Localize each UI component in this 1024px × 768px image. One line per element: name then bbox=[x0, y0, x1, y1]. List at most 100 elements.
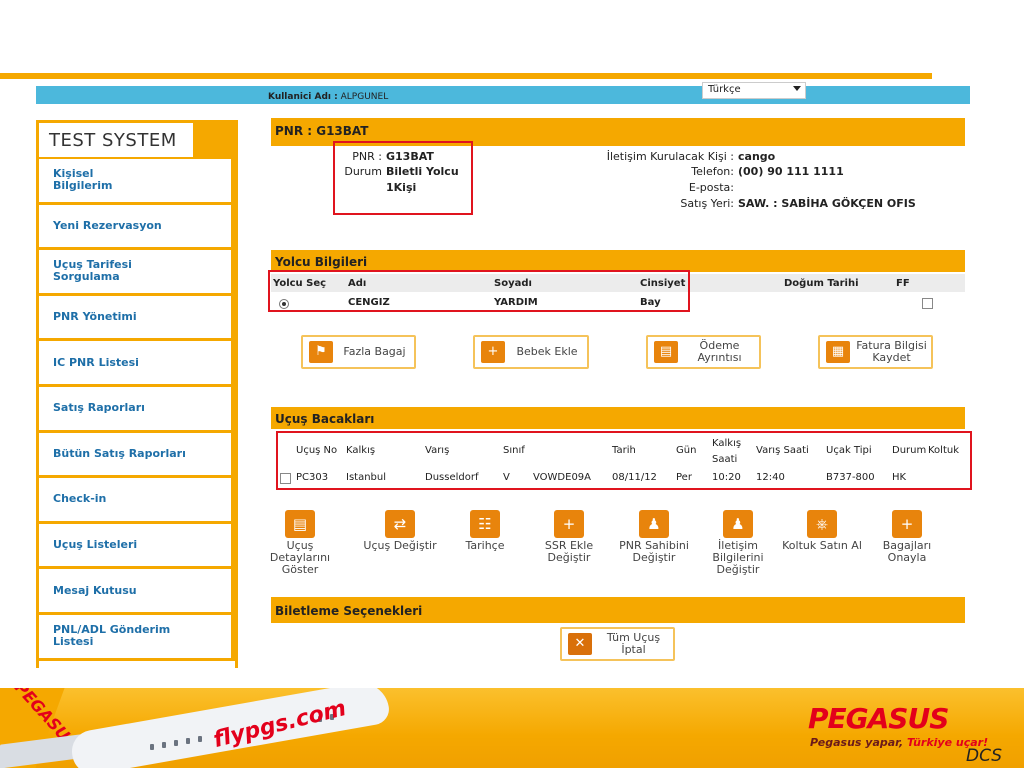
sidebar-item-pnl-adl-list[interactable]: PNL/ADL Gönderim Listesi bbox=[39, 614, 235, 661]
sidebar-item-label: Uçuş Tarifesi Sorgulama bbox=[53, 258, 132, 284]
add-infant-label: Bebek Ekle bbox=[516, 345, 578, 358]
highlight-box-passenger bbox=[268, 270, 690, 312]
col-ff: FF bbox=[896, 278, 910, 289]
slogan-prefix: Pegasus yapar, bbox=[810, 736, 904, 749]
extra-baggage-label: Fazla Bagaj bbox=[343, 345, 406, 358]
confirm-baggage-label: Bagajları Onayla bbox=[882, 539, 932, 564]
slide: Kullanici Adı : ALPGUNEL Türkçe TEST SYS… bbox=[0, 0, 1024, 768]
sidebar-item-ic-pnr-list[interactable]: IC PNR Listesi bbox=[39, 341, 235, 387]
contact-info-button[interactable]: ♟ İletişim Bilgilerini Değiştir bbox=[695, 510, 781, 576]
history-icon: ☷ bbox=[470, 510, 500, 538]
ssr-button[interactable]: + SSR Ekle Değiştir bbox=[526, 510, 612, 564]
save-invoice-button[interactable]: ▦ Fatura Bilgisi Kaydet bbox=[818, 335, 933, 369]
baggage-tag-icon: ⚑ bbox=[309, 341, 333, 363]
invoice-icon: ▦ bbox=[826, 341, 850, 363]
user-name: ALPGUNEL bbox=[340, 92, 389, 102]
pegasus-logo: PEGASUS bbox=[808, 702, 949, 735]
sidebar-item-sales-reports[interactable]: Satış Raporları bbox=[39, 386, 235, 433]
payment-details-button[interactable]: ▤ Ödeme Ayrıntısı bbox=[646, 335, 761, 369]
content-bottom bbox=[271, 665, 965, 668]
legs-section-title: Uçuş Bacakları bbox=[275, 412, 375, 426]
office-value: SAW. : SABİHA GÖKÇEN OFIS bbox=[738, 197, 916, 210]
sidebar-gutter bbox=[231, 250, 235, 293]
phone-label: Telefon: bbox=[691, 165, 734, 178]
sidebar-menu: Kişisel Bilgilerim Yeni Rezervasyon Uçuş… bbox=[39, 159, 235, 661]
slogan: Pegasus yapar, Türkiye uçar! bbox=[810, 736, 988, 749]
payment-icon: ▤ bbox=[654, 341, 678, 363]
plane-window bbox=[150, 744, 154, 750]
passenger-section-title: Yolcu Bilgileri bbox=[275, 255, 368, 269]
sidebar-gutter bbox=[231, 386, 235, 430]
col-birthdate: Doğum Tarihi bbox=[784, 278, 859, 289]
sidebar-item-schedule-query[interactable]: Uçuş Tarifesi Sorgulama bbox=[39, 250, 235, 296]
sidebar-item-flight-lists[interactable]: Uçuş Listeleri bbox=[39, 523, 235, 570]
top-stripe bbox=[0, 73, 932, 79]
change-flight-button[interactable]: ⇄ Uçuş Değiştir bbox=[357, 510, 443, 552]
cancel-flight-icon: ✕ bbox=[568, 633, 592, 655]
sidebar-gutter bbox=[231, 614, 235, 658]
add-infant-button[interactable]: + Bebek Ekle bbox=[473, 335, 589, 369]
plane-window bbox=[198, 736, 202, 742]
sidebar-item-label: Kişisel Bilgilerim bbox=[53, 167, 113, 193]
ff-checkbox[interactable] bbox=[922, 298, 933, 309]
sidebar-item-label: Uçuş Listeleri bbox=[53, 538, 138, 552]
sidebar-gutter bbox=[231, 432, 235, 476]
sidebar-header: TEST SYSTEM bbox=[39, 123, 235, 159]
office-label: Satış Yeri: bbox=[680, 197, 734, 210]
ssr-icon: + bbox=[554, 510, 584, 538]
sidebar-item-message-box[interactable]: Mesaj Kutusu bbox=[39, 569, 235, 615]
flight-details-label: Uçuş Detaylarını Göster bbox=[269, 539, 331, 576]
confirm-baggage-button[interactable]: + Bagajları Onayla bbox=[864, 510, 950, 564]
plane-window bbox=[162, 742, 166, 748]
sidebar-gutter bbox=[231, 204, 235, 248]
highlight-box-pnr bbox=[333, 141, 473, 215]
history-label: Tarihçe bbox=[465, 539, 505, 552]
history-button[interactable]: ☷ Tarihçe bbox=[442, 510, 528, 552]
sidebar-item-label: Mesaj Kutusu bbox=[53, 583, 137, 597]
flight-details-icon: ▤ bbox=[285, 510, 315, 538]
user-info: Kullanici Adı : ALPGUNEL bbox=[268, 92, 388, 102]
buy-seat-button[interactable]: ⎈ Koltuk Satın Al bbox=[779, 510, 865, 552]
change-owner-label: PNR Sahibini Değiştir bbox=[619, 539, 689, 564]
sidebar-item-check-in[interactable]: Check-in bbox=[39, 478, 235, 524]
sidebar-item-personal-info[interactable]: Kişisel Bilgilerim bbox=[39, 159, 235, 205]
highlight-box-legs bbox=[276, 431, 972, 490]
sidebar-item-label: Check-in bbox=[53, 492, 107, 506]
sidebar-item-pnr-management[interactable]: PNR Yönetimi bbox=[39, 295, 235, 342]
change-owner-button[interactable]: ♟ PNR Sahibini Değiştir bbox=[611, 510, 697, 564]
sidebar-item-label: Bütün Satış Raporları bbox=[53, 446, 186, 460]
sidebar-item-label: Satış Raporları bbox=[53, 401, 145, 415]
ticketing-section-title: Biletleme Seçenekleri bbox=[275, 604, 423, 618]
email-label: E-posta: bbox=[688, 181, 734, 194]
pnr-header-title: PNR : G13BAT bbox=[275, 124, 369, 138]
sidebar-item-label: PNL/ADL Gönderim Listesi bbox=[53, 623, 171, 649]
sidebar-gutter bbox=[231, 295, 235, 339]
language-select[interactable]: Türkçe bbox=[702, 82, 806, 99]
sidebar-item-label: Yeni Rezervasyon bbox=[53, 218, 162, 232]
cancel-all-flights-button[interactable]: ✕ Tüm Uçuş İptal bbox=[560, 627, 675, 661]
contact-label: İletişim Kurulacak Kişi : bbox=[606, 150, 734, 163]
sidebar-item-label: IC PNR Listesi bbox=[53, 355, 139, 369]
contact-info-icon: ♟ bbox=[723, 510, 753, 538]
corner-label: DCS bbox=[966, 746, 1003, 766]
sidebar-item-all-sales-reports[interactable]: Bütün Satış Raporları bbox=[39, 432, 235, 479]
sidebar-gutter bbox=[231, 478, 235, 521]
sidebar-item-new-reservation[interactable]: Yeni Rezervasyon bbox=[39, 204, 235, 251]
change-flight-label: Uçuş Değiştir bbox=[363, 539, 437, 552]
plane-window bbox=[174, 740, 178, 746]
sidebar-title: TEST SYSTEM bbox=[39, 123, 193, 157]
plane-window bbox=[186, 738, 190, 744]
sidebar: TEST SYSTEM Kişisel Bilgilerim Yeni Reze… bbox=[36, 120, 238, 668]
ssr-label: SSR Ekle Değiştir bbox=[544, 539, 594, 564]
change-flight-icon: ⇄ bbox=[385, 510, 415, 538]
add-infant-icon: + bbox=[481, 341, 505, 363]
extra-baggage-button[interactable]: ⚑ Fazla Bagaj bbox=[301, 335, 416, 369]
contact-value: cango bbox=[738, 150, 776, 163]
save-invoice-label: Fatura Bilgisi Kaydet bbox=[856, 339, 927, 364]
top-bar bbox=[36, 86, 970, 104]
phone-value: (00) 90 111 1111 bbox=[738, 165, 844, 178]
seat-icon: ⎈ bbox=[807, 510, 837, 538]
flight-details-button[interactable]: ▤ Uçuş Detaylarını Göster bbox=[257, 510, 343, 576]
cancel-all-flights-label: Tüm Uçuş İptal bbox=[606, 631, 661, 656]
legs-header-bar: Uçuş Bacakları bbox=[271, 407, 965, 429]
